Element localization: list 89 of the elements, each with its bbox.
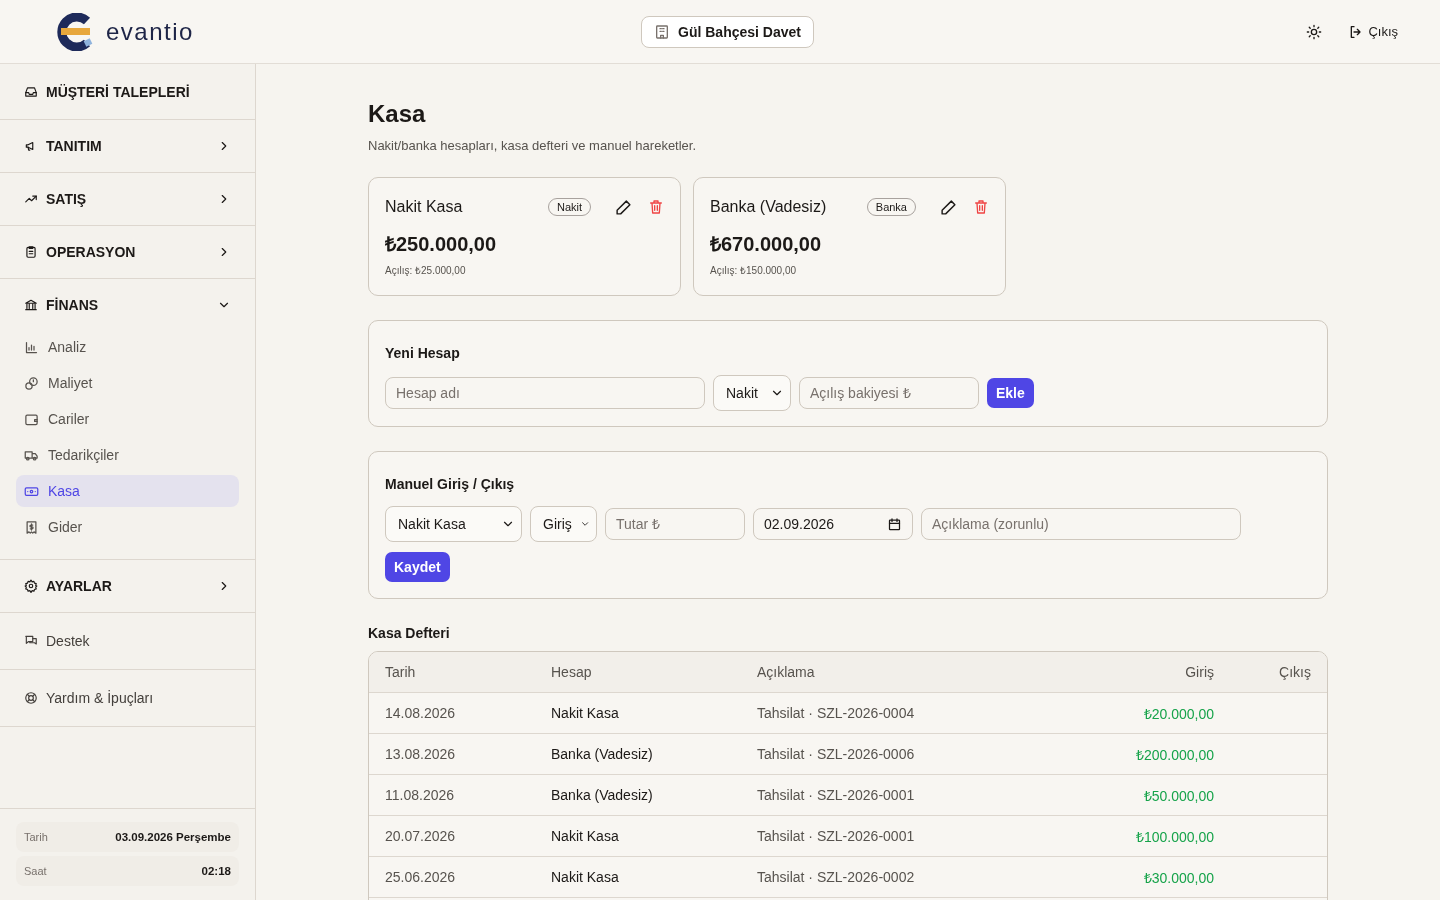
account-balance: ₺670.000,00 (710, 232, 823, 257)
settings-icon (24, 579, 38, 593)
table-cell-text: Nakit Kasa (551, 869, 620, 885)
table-cell-text: Tahsilat · SZL-2026-0001 (757, 787, 916, 803)
column-header: Çıkış (1278, 664, 1311, 680)
table-cell-text: ₺30.000,00 (1142, 868, 1214, 887)
edit-icon (615, 198, 632, 216)
section-title: Kasa Defteri (368, 625, 451, 641)
nav-link[interactable]: MÜŞTERİ TALEPLERİ (16, 64, 239, 119)
table-cell-text: Tahsilat · SZL-2026-0001 (757, 828, 916, 844)
account-balance: ₺250.000,00 (385, 232, 498, 257)
table-cell-text: 25.06.2026 (385, 869, 457, 885)
nav-link[interactable]: Destek (16, 613, 239, 669)
opening-balance: Açılış: ₺25.000,00 (385, 264, 467, 277)
lifebuoy-icon (24, 691, 38, 705)
inbox-icon (24, 84, 38, 99)
info-label: Tarih (24, 831, 48, 843)
nav-item[interactable]: Analiz (16, 331, 239, 363)
nav-group-header[interactable]: SATIŞ (16, 173, 239, 225)
trend-icon (24, 192, 38, 206)
sun-icon (1306, 23, 1323, 40)
edit-icon (940, 198, 957, 216)
calendar-icon (887, 516, 902, 532)
table-cell-text: ₺50.000,00 (1142, 786, 1214, 805)
table-cell-text: Tahsilat · SZL-2026-0004 (757, 705, 916, 721)
opening-balance: Açılış: ₺150.000,00 (710, 264, 798, 277)
page-subtitle: Nakit/banka hesapları, kasa defteri ve manuel hareketler. (368, 138, 698, 153)
trash-icon (973, 199, 989, 215)
info-value: 03.09.2026 Perşembe (115, 831, 231, 843)
account-dropdown[interactable]: Nakit Kasa (385, 506, 522, 542)
nav-item[interactable]: Gider (16, 511, 239, 543)
workspace-button[interactable]: Gül Bahçesi Davet (641, 15, 814, 48)
table-cell-text: 11.08.2026 (385, 787, 456, 803)
bank-icon (24, 298, 38, 312)
trash-icon (648, 199, 664, 215)
date-field[interactable]: 02.09.2026 (753, 508, 913, 540)
opening-balance-field[interactable]: Açılış bakiyesi ₺ (799, 377, 979, 409)
info-label: Saat (24, 865, 47, 877)
logout-button[interactable]: Çıkış (1348, 23, 1398, 40)
panel-title: Manuel Giriş / Çıkış (385, 476, 516, 492)
receipt-icon (24, 519, 39, 535)
bar-chart-icon (24, 339, 39, 355)
direction-dropdown[interactable]: Giriş (530, 506, 597, 542)
table-cell-text: Banka (Vadesiz) (551, 746, 654, 762)
table-cell-text: Nakit Kasa (551, 828, 620, 844)
page-title: Kasa (368, 100, 427, 128)
table-cell-text: 13.08.2026 (385, 746, 457, 762)
table-cell-text: ₺200.000,00 (1134, 745, 1214, 764)
nav-group-header[interactable]: TANITIM (16, 120, 239, 172)
logo-text: evantio (106, 17, 194, 46)
table-cell-text: Tahsilat · SZL-2026-0006 (757, 746, 916, 762)
building-icon (654, 23, 671, 40)
account-name: Banka (Vadesiz) (710, 198, 828, 216)
account-type-dropdown[interactable]: Nakit (713, 375, 791, 411)
table-cell-text: Tahsilat · SZL-2026-0002 (757, 869, 916, 885)
info-value: 02:18 (201, 865, 231, 877)
table-cell-text: ₺100.000,00 (1134, 827, 1214, 846)
theme-toggle[interactable] (1306, 23, 1323, 40)
clipboard-icon (24, 245, 38, 259)
account-name-field[interactable]: Hesap adı (385, 377, 705, 409)
table-cell-text: 20.07.2026 (385, 828, 457, 844)
edit-button[interactable] (615, 198, 632, 216)
save-button[interactable]: Kaydet (385, 552, 450, 582)
edit-button[interactable] (940, 198, 957, 216)
wallet-icon (24, 411, 39, 427)
table-cell-text: ₺20.000,00 (1142, 704, 1214, 723)
nav-item[interactable]: Tedarikçiler (16, 439, 239, 471)
amount-field[interactable]: Tutar ₺ (605, 508, 745, 540)
column-header: Tarih (385, 664, 417, 680)
nav-group-header[interactable]: OPERASYON (16, 226, 239, 278)
nav-link[interactable]: Yardım & İpuçları (16, 670, 239, 726)
account-name: Nakit Kasa (385, 198, 464, 216)
nav-item[interactable]: Maliyet (16, 367, 239, 399)
table-cell-text: Nakit Kasa (551, 705, 620, 721)
nav-item[interactable]: Cariler (16, 403, 239, 435)
column-header: Hesap (551, 664, 593, 680)
coins-icon (24, 375, 39, 391)
nav-group-header[interactable]: FİNANS (16, 279, 239, 331)
table-cell-text: 14.08.2026 (385, 705, 457, 721)
column-header: Açıklama (757, 664, 816, 680)
nav-group-header[interactable]: AYARLAR (16, 560, 239, 612)
delete-button[interactable] (648, 199, 664, 215)
column-header: Giriş (1184, 664, 1214, 680)
description-field[interactable]: Açıklama (zorunlu) (921, 508, 1241, 540)
delete-button[interactable] (973, 199, 989, 215)
panel-title: Yeni Hesap (385, 345, 461, 361)
add-button[interactable]: Ekle (987, 378, 1034, 408)
table-cell-text: Banka (Vadesiz) (551, 787, 654, 803)
nav-item[interactable]: Kasa (16, 475, 239, 507)
